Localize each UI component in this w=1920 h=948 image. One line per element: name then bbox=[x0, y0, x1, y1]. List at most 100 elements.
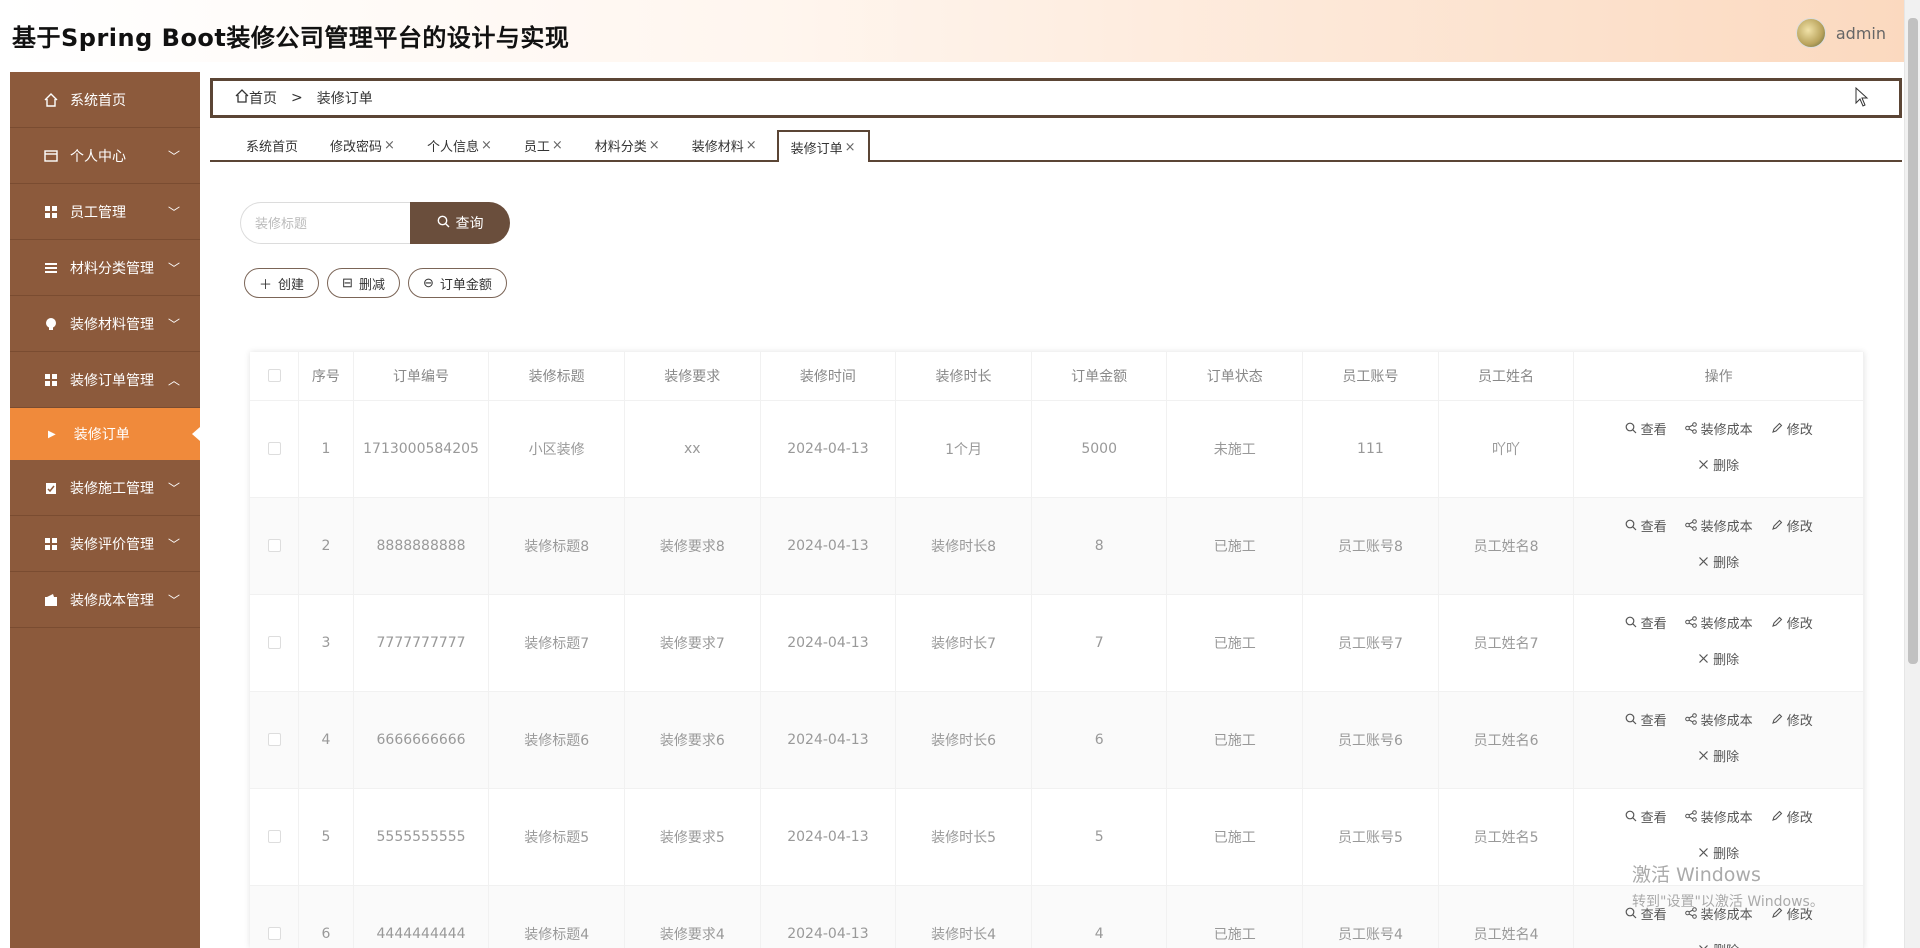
order-amount-button[interactable]: ⊖ 订单金额 bbox=[407, 268, 507, 298]
app-header: 基于Spring Boot装修公司管理平台的设计与实现 admin bbox=[0, 0, 1904, 62]
table-cell: 装修时长6 bbox=[895, 690, 1032, 788]
sidebar-item-orders[interactable]: 装修订单管理 ︿ bbox=[10, 352, 200, 408]
close-icon[interactable]: × bbox=[384, 138, 395, 153]
tab-staff[interactable]: 员工 × bbox=[512, 130, 575, 160]
select-all-checkbox[interactable] bbox=[267, 369, 281, 383]
sidebar-item-review[interactable]: 装修评价管理 ﹀ bbox=[10, 516, 200, 572]
table-cell: 1 bbox=[298, 399, 354, 497]
row-checkbox[interactable] bbox=[267, 927, 281, 941]
sidebar-item-cost[interactable]: 装修成本管理 ﹀ bbox=[10, 572, 200, 628]
table-cell: 装修标题7 bbox=[488, 593, 625, 691]
tab-home[interactable]: 系统首页 bbox=[234, 130, 310, 160]
table-cell: 2024-04-13 bbox=[760, 399, 897, 497]
scrollbar-thumb[interactable] bbox=[1908, 18, 1918, 664]
close-icon[interactable]: × bbox=[746, 138, 757, 153]
table-cell: 已施工 bbox=[1166, 690, 1304, 788]
username[interactable]: admin bbox=[1836, 24, 1886, 43]
view-button[interactable]: 查看 bbox=[1625, 422, 1667, 440]
tab-material-category[interactable]: 材料分类 × bbox=[583, 130, 672, 160]
row-checkbox[interactable] bbox=[267, 733, 281, 746]
search-icon bbox=[1625, 519, 1637, 537]
tab-orders[interactable]: 装修订单 × bbox=[776, 130, 870, 162]
chevron-down-icon: ﹀ bbox=[167, 481, 180, 495]
grid-icon bbox=[42, 371, 60, 389]
vertical-scrollbar[interactable] bbox=[1904, 0, 1920, 948]
remove-button[interactable]: 删除 bbox=[1698, 943, 1739, 948]
table-cell: 装修时长8 bbox=[895, 496, 1032, 594]
row-checkbox[interactable] bbox=[267, 539, 281, 552]
sidebar-item-home[interactable]: 系统首页 bbox=[10, 72, 200, 128]
table-row: 2 8888888888 装修标题8 装修要求8 2024-04-13 装修时长8 8 已施工… bbox=[250, 496, 1864, 594]
cost-button[interactable]: 装修成本 bbox=[1684, 421, 1753, 440]
remove-button[interactable]: 删除 bbox=[1698, 749, 1739, 767]
table-cell: 装修要求7 bbox=[624, 593, 761, 691]
sidebar-item-label: 个人中心 bbox=[70, 148, 126, 165]
row-checkbox[interactable] bbox=[267, 636, 281, 649]
cost-label: 装修成本 bbox=[1700, 422, 1753, 438]
edit-button[interactable]: 修改 bbox=[1771, 810, 1813, 828]
view-button[interactable]: 查看 bbox=[1625, 519, 1667, 537]
remove-button[interactable]: 删除 bbox=[1698, 458, 1739, 476]
row-select-cell[interactable] bbox=[250, 787, 300, 885]
tab-change-password[interactable]: 修改密码 × bbox=[318, 130, 407, 160]
close-icon[interactable]: × bbox=[481, 138, 492, 153]
edit-button[interactable]: 修改 bbox=[1771, 519, 1813, 537]
plus-icon: ＋ bbox=[259, 276, 273, 292]
close-icon[interactable]: × bbox=[649, 138, 660, 153]
edit-button[interactable]: 修改 bbox=[1771, 422, 1813, 440]
view-button[interactable]: 查看 bbox=[1625, 810, 1667, 828]
cost-button[interactable]: 装修成本 bbox=[1684, 615, 1753, 634]
user-menu[interactable]: admin bbox=[1795, 18, 1886, 48]
sidebar-item-materials[interactable]: 装修材料管理 ﹀ bbox=[10, 296, 200, 352]
table-cell: 1个月 bbox=[895, 399, 1032, 497]
breadcrumb-home[interactable]: 首页 bbox=[249, 88, 277, 108]
edit-icon bbox=[1771, 616, 1783, 634]
row-checkbox[interactable] bbox=[267, 442, 281, 455]
table-cell: 8888888888 bbox=[353, 496, 490, 594]
search-input[interactable] bbox=[240, 202, 412, 244]
sidebar-item-construction[interactable]: 装修施工管理 ﹀ bbox=[10, 460, 200, 516]
column-header: 操作 bbox=[1573, 352, 1864, 400]
table-cell: 6 bbox=[1031, 690, 1168, 788]
tab-materials[interactable]: 装修材料 × bbox=[680, 130, 769, 160]
remove-button[interactable]: 删除 bbox=[1698, 555, 1739, 573]
delete-button[interactable]: ⊟ 删减 bbox=[327, 268, 400, 298]
view-label: 查看 bbox=[1640, 713, 1667, 729]
chevron-up-icon: ︿ bbox=[167, 373, 180, 387]
row-select-cell[interactable] bbox=[250, 884, 300, 948]
operations-cell: 查看 装修成本 修改删除 bbox=[1573, 593, 1864, 691]
sidebar-subitem-order[interactable]: ▶ 装修订单 bbox=[10, 408, 200, 460]
table-cell: 2024-04-13 bbox=[760, 690, 897, 788]
cost-button[interactable]: 装修成本 bbox=[1684, 712, 1753, 731]
select-all-cell[interactable] bbox=[250, 352, 300, 400]
column-header: 订单金额 bbox=[1031, 352, 1168, 400]
row-select-cell[interactable] bbox=[250, 496, 300, 594]
cost-label: 装修成本 bbox=[1700, 810, 1753, 826]
table-row: 3 7777777777 装修标题7 装修要求7 2024-04-13 装修时长7 7 已施工… bbox=[250, 593, 1864, 691]
home-icon[interactable] bbox=[235, 89, 249, 107]
table-cell: 2024-04-13 bbox=[760, 884, 897, 948]
view-button[interactable]: 查看 bbox=[1625, 713, 1667, 731]
row-select-cell[interactable] bbox=[250, 399, 300, 497]
minus-square-icon: ⊟ bbox=[342, 275, 353, 290]
sidebar-item-material-category[interactable]: 材料分类管理 ﹀ bbox=[10, 240, 200, 296]
sidebar-item-staff[interactable]: 员工管理 ﹀ bbox=[10, 184, 200, 240]
tab-profile[interactable]: 个人信息 × bbox=[415, 130, 504, 160]
column-header: 装修时间 bbox=[760, 352, 897, 400]
row-checkbox[interactable] bbox=[267, 830, 281, 843]
cost-button[interactable]: 装修成本 bbox=[1684, 518, 1753, 537]
search-button[interactable]: 查询 bbox=[410, 202, 510, 244]
edit-button[interactable]: 修改 bbox=[1771, 616, 1813, 634]
edit-icon bbox=[1771, 519, 1783, 537]
close-icon[interactable]: × bbox=[552, 138, 563, 153]
row-select-cell[interactable] bbox=[250, 690, 300, 788]
create-button[interactable]: ＋ 创建 bbox=[244, 268, 320, 298]
edit-button[interactable]: 修改 bbox=[1771, 713, 1813, 731]
close-icon[interactable]: × bbox=[845, 140, 856, 155]
view-button[interactable]: 查看 bbox=[1625, 616, 1667, 634]
remove-button[interactable]: 删除 bbox=[1698, 652, 1739, 670]
avatar[interactable] bbox=[1795, 18, 1826, 48]
cost-button[interactable]: 装修成本 bbox=[1684, 809, 1753, 828]
sidebar-item-profile[interactable]: 个人中心 ﹀ bbox=[10, 128, 200, 184]
row-select-cell[interactable] bbox=[250, 593, 300, 691]
